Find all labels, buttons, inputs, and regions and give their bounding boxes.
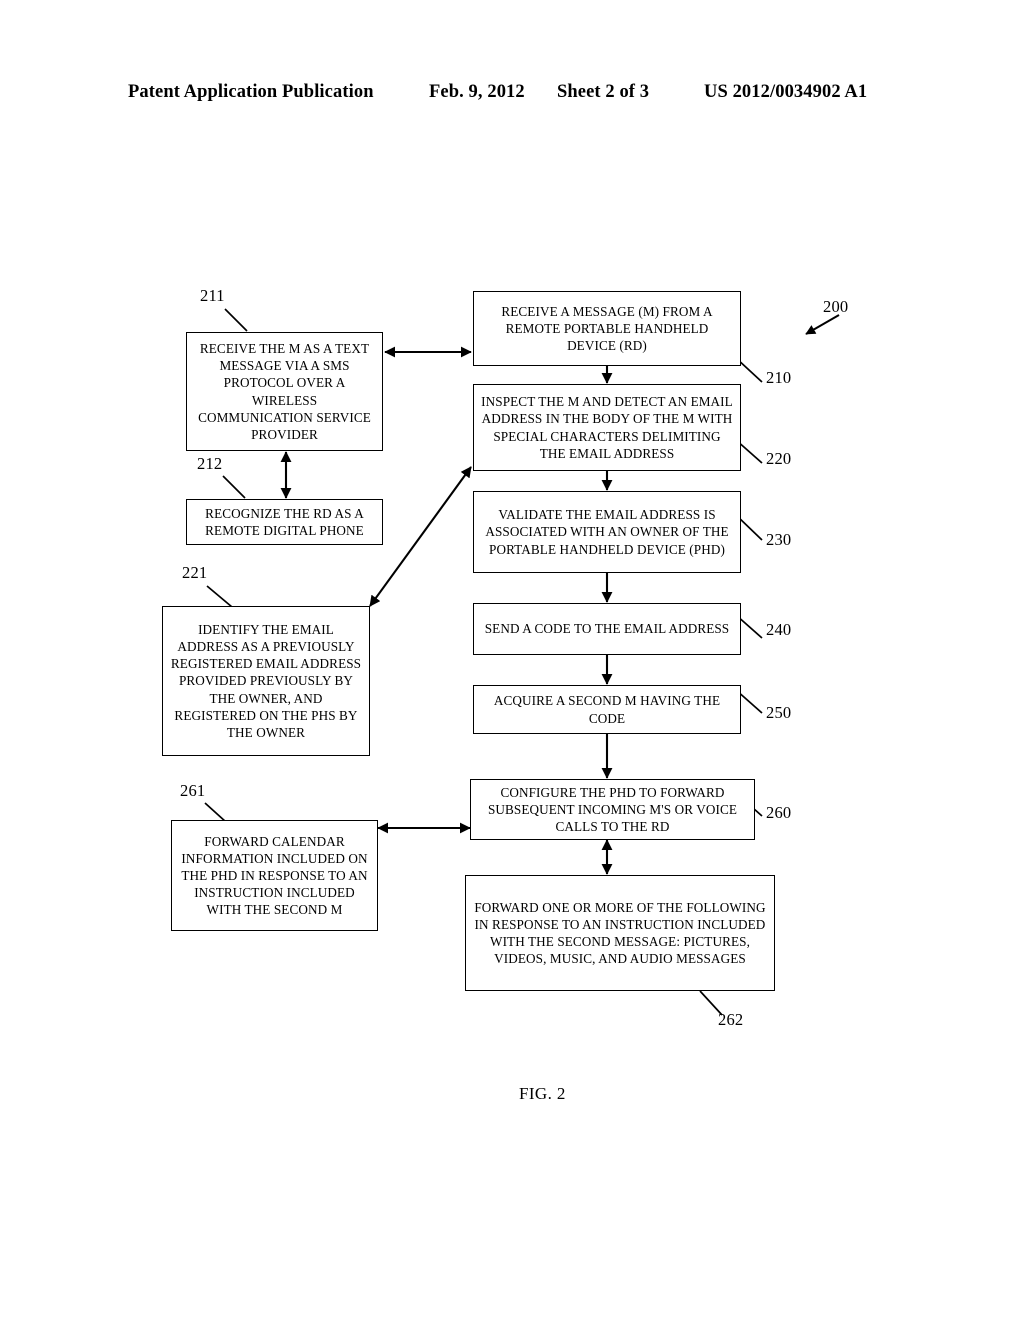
flow-box-210[interactable]: RECEIVE A MESSAGE (M) FROM A REMOTE PORT… — [473, 291, 741, 366]
ref-num-220: 220 — [766, 449, 792, 468]
flow-box-220-text: INSPECT THE M AND DETECT AN EMAIL ADDRES… — [481, 394, 733, 461]
flow-box-221[interactable]: IDENTIFY THE EMAIL ADDRESS AS A PREVIOUS… — [162, 606, 370, 756]
patent-page: Patent Application Publication Feb. 9, 2… — [0, 0, 1024, 1320]
figure-caption: FIG. 2 — [519, 1084, 566, 1103]
ref-num-230: 230 — [766, 530, 792, 549]
flow-box-261-text: FORWARD CALENDAR INFORMATION INCLUDED ON… — [181, 833, 368, 918]
ref-num-262: 262 — [718, 1010, 744, 1029]
flow-box-240[interactable]: SEND A CODE TO THE EMAIL ADDRESS — [473, 603, 741, 655]
flow-box-210-text: RECEIVE A MESSAGE (M) FROM A REMOTE PORT… — [501, 303, 713, 354]
flow-box-212[interactable]: RECOGNIZE THE RD AS A REMOTE DIGITAL PHO… — [186, 499, 383, 545]
arrow-221-to-220 — [369, 466, 472, 607]
flow-box-230-text: VALIDATE THE EMAIL ADDRESS IS ASSOCIATED… — [485, 507, 729, 557]
ref-num-210: 210 — [766, 368, 792, 387]
flowchart-connectors — [204, 308, 840, 1016]
flow-box-261[interactable]: FORWARD CALENDAR INFORMATION INCLUDED ON… — [171, 820, 378, 931]
flow-box-221-text: IDENTIFY THE EMAIL ADDRESS AS A PREVIOUS… — [170, 621, 362, 740]
ref-num-211: 211 — [200, 286, 225, 305]
ref-num-260: 260 — [766, 803, 792, 822]
flow-box-212-text: RECOGNIZE THE RD AS A REMOTE DIGITAL PHO… — [205, 505, 364, 538]
flow-box-240-text: SEND A CODE TO THE EMAIL ADDRESS — [484, 621, 730, 637]
flow-box-260[interactable]: CONFIGURE THE PHD TO FORWARD SUBSEQUENT … — [470, 779, 755, 840]
ref-num-200: 200 — [823, 297, 849, 316]
flow-box-211-text: RECEIVE THE M AS A TEXT MESSAGE VIA A SM… — [198, 341, 371, 442]
leader-221 — [206, 585, 233, 608]
ref-num-221: 221 — [182, 563, 208, 582]
flow-box-250-text: ACQUIRE A SECOND M HAVING THE CODE — [493, 693, 721, 726]
flow-box-262[interactable]: FORWARD ONE OR MORE OF THE FOLLOWING IN … — [465, 875, 775, 991]
ref-num-240: 240 — [766, 620, 792, 639]
leader-211 — [224, 308, 248, 332]
flow-box-211[interactable]: RECEIVE THE M AS A TEXT MESSAGE VIA A SM… — [186, 332, 383, 451]
figure-2-flowchart: RECEIVE A MESSAGE (M) FROM A REMOTE PORT… — [0, 0, 1024, 1320]
flow-box-250[interactable]: ACQUIRE A SECOND M HAVING THE CODE — [473, 685, 741, 734]
leader-200 — [805, 314, 840, 335]
flow-box-220[interactable]: INSPECT THE M AND DETECT AN EMAIL ADDRES… — [473, 384, 741, 471]
ref-num-212: 212 — [197, 454, 223, 473]
flow-box-260-text: CONFIGURE THE PHD TO FORWARD SUBSEQUENT … — [487, 784, 738, 835]
flow-box-230[interactable]: VALIDATE THE EMAIL ADDRESS IS ASSOCIATED… — [473, 491, 741, 573]
flow-box-262-text: FORWARD ONE OR MORE OF THE FOLLOWING IN … — [474, 899, 766, 967]
ref-num-250: 250 — [766, 703, 792, 722]
leader-212 — [222, 475, 246, 499]
ref-num-261: 261 — [180, 781, 206, 800]
